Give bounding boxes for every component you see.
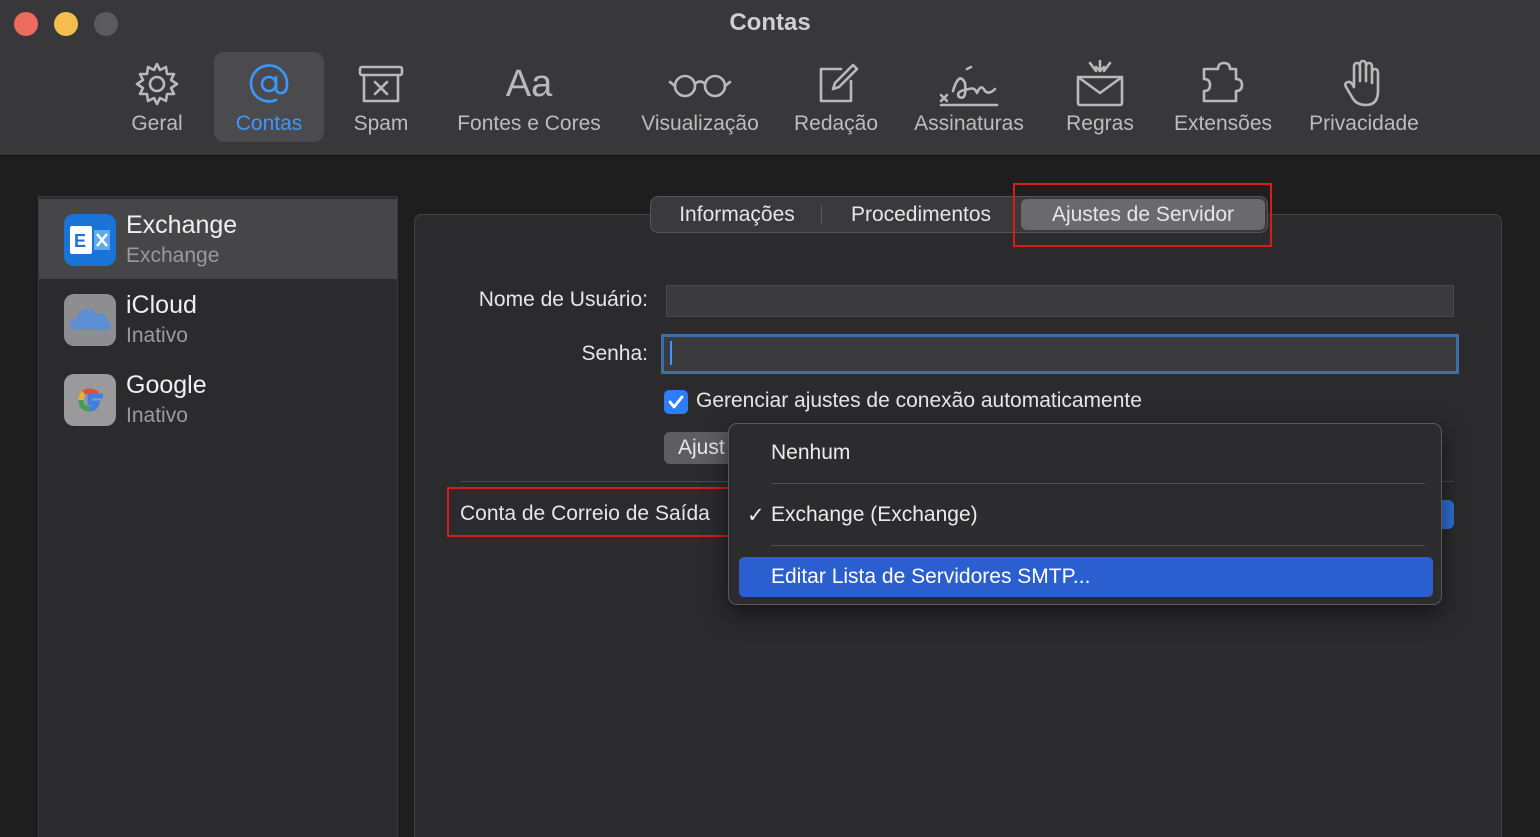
account-name: Exchange <box>126 211 238 239</box>
username-field[interactable] <box>666 285 1454 317</box>
puzzle-icon <box>1198 58 1248 110</box>
toolbar-item-label: Assinaturas <box>914 112 1024 135</box>
toolbar-item-contas[interactable]: Contas <box>214 52 324 142</box>
glasses-icon <box>668 58 732 110</box>
icloud-logo-icon <box>64 294 116 346</box>
menu-item-label: Exchange (Exchange) <box>771 503 978 526</box>
toolbar-item-privacidade[interactable]: Privacidade <box>1298 52 1430 142</box>
menu-item-editar-lista-smtp[interactable]: Editar Lista de Servidores SMTP... <box>739 557 1433 597</box>
toolbar-item-regras[interactable]: Regras <box>1054 52 1146 142</box>
window-title: Contas <box>729 9 811 36</box>
account-name: Google <box>126 371 207 399</box>
account-item-google[interactable]: Google Inativo <box>39 359 397 439</box>
menu-item-label: Nenhum <box>771 441 851 464</box>
tab-informacoes[interactable]: Informações <box>653 197 821 232</box>
auto-manage-label: Gerenciar ajustes de conexão automaticam… <box>696 389 1142 412</box>
google-logo-icon <box>64 374 116 426</box>
toolbar-item-label: Privacidade <box>1309 112 1419 135</box>
checkmark-icon: ✓ <box>747 504 765 527</box>
font-aa-icon: Aa <box>505 62 553 105</box>
toolbar-item-label: Extensões <box>1173 112 1273 135</box>
outgoing-account-menu: Nenhum ✓ Exchange (Exchange) Editar List… <box>728 423 1442 605</box>
account-status: Inativo <box>126 324 188 347</box>
compose-icon <box>813 58 859 110</box>
menu-separator <box>771 483 1425 484</box>
toolbar-item-label: Contas <box>235 112 303 135</box>
auto-manage-checkbox[interactable] <box>664 390 688 414</box>
toolbar-item-label: Geral <box>131 112 183 135</box>
accounts-list: E Exchange Exchange iCloud Inativo Googl… <box>38 196 398 837</box>
toolbar-item-label: Visualização <box>641 112 759 135</box>
rules-envelope-icon <box>1074 58 1126 110</box>
toolbar-item-label: Fontes e Cores <box>457 112 601 135</box>
toolbar-item-label: Spam <box>353 112 409 135</box>
at-sign-icon <box>246 58 292 110</box>
toolbar-item-spam[interactable]: Spam <box>336 52 426 142</box>
menu-separator <box>771 545 1425 546</box>
checkmark-icon <box>668 395 684 409</box>
username-label: Nome de Usuário: <box>478 288 648 311</box>
account-item-exchange[interactable]: E Exchange Exchange <box>39 199 397 279</box>
annotation-highlight-tab <box>1013 183 1272 247</box>
annotation-highlight-outgoing <box>447 487 730 537</box>
exchange-logo-icon: E <box>64 214 116 266</box>
account-status: Exchange <box>126 244 220 267</box>
account-status: Inativo <box>126 404 188 427</box>
password-field[interactable] <box>661 334 1459 374</box>
toolbar-item-extensoes[interactable]: Extensões <box>1164 52 1282 142</box>
text-caret <box>670 341 672 365</box>
password-label: Senha: <box>581 342 648 365</box>
menu-item-nenhum[interactable]: Nenhum <box>739 433 1433 473</box>
toolbar-item-geral[interactable]: Geral <box>112 52 202 142</box>
menu-item-exchange[interactable]: ✓ Exchange (Exchange) <box>739 495 1433 535</box>
toolbar-item-label: Redação <box>793 112 879 135</box>
toolbar-item-visualizacao[interactable]: Visualização <box>630 52 770 142</box>
toolbar: Contas Geral Contas Spam Aa Fontes e Cor… <box>0 0 1540 156</box>
gear-icon <box>134 58 180 110</box>
hand-icon <box>1342 58 1386 110</box>
junk-tray-icon <box>356 58 406 110</box>
toolbar-item-fontes-e-cores[interactable]: Aa Fontes e Cores <box>446 52 612 142</box>
account-name: iCloud <box>126 291 197 319</box>
svg-text:E: E <box>74 231 86 251</box>
signature-icon <box>937 58 1001 110</box>
account-item-icloud[interactable]: iCloud Inativo <box>39 279 397 359</box>
toolbar-item-assinaturas[interactable]: Assinaturas <box>904 52 1034 142</box>
toolbar-item-redacao[interactable]: Redação <box>786 52 886 142</box>
tab-divider <box>821 206 822 224</box>
tab-procedimentos[interactable]: Procedimentos <box>823 197 1019 232</box>
toolbar-item-label: Regras <box>1066 112 1134 135</box>
menu-item-label: Editar Lista de Servidores SMTP... <box>771 565 1091 588</box>
